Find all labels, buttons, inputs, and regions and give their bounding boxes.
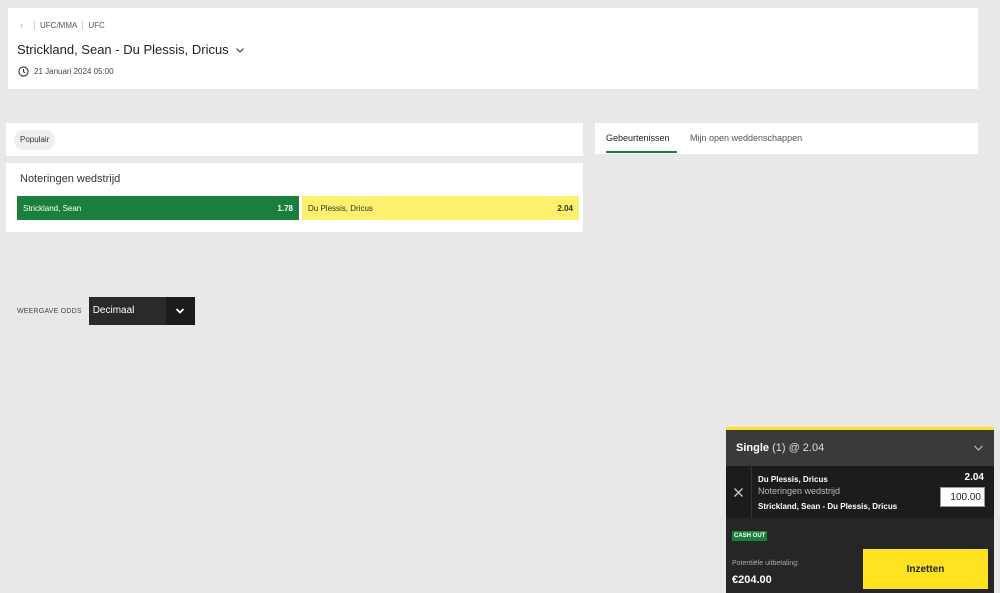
breadcrumb: ‹ UFC/MMA UFC [20,20,105,30]
market-filter-bar: Populair [6,123,583,156]
event-title-text: Strickland, Sean - Du Plessis, Dricus [17,42,229,57]
selection-name: Du Plessis, Dricus [758,475,828,484]
market-card: Noteringen wedstrijd Strickland, Sean 1.… [6,163,583,232]
filter-chip-popular[interactable]: Populair [14,130,56,150]
clock-icon [18,66,29,77]
breadcrumb-divider [82,20,84,30]
chevron-down-icon [235,47,244,53]
tab-open-bets[interactable]: Mijn open weddenschappen [690,123,802,154]
chevron-down-icon[interactable] [973,444,984,452]
payout-value: €204.00 [732,574,772,586]
event-datetime: 21 Januari 2024 05:00 [34,67,114,76]
odds-format-value: Decimaal [88,297,166,325]
betslip-selection: Du Plessis, Dricus Noteringen wedstrijd … [726,466,994,518]
breadcrumb-divider [34,20,35,30]
close-icon[interactable] [726,466,752,518]
market-title: Noteringen wedstrijd [20,173,121,185]
chevron-left-icon[interactable]: ‹ [20,20,23,30]
home-price: 1.78 [277,203,293,213]
selection-market: Noteringen wedstrijd [758,486,841,496]
cashout-badge: CASH OUT [732,531,768,541]
away-price: 2.04 [557,203,573,213]
breadcrumb-sport[interactable]: UFC/MMA [40,21,77,30]
tab-active-indicator [606,151,677,153]
betslip-header[interactable]: Single (1) @ 2.04 [726,430,994,466]
tabs-bar: Gebeurtenissen Mijn open weddenschappen [595,123,978,154]
selection-price: 2.04 [964,472,984,483]
tab-events[interactable]: Gebeurtenissen [606,123,677,154]
payout-label: Potentiële uitbetaling: [732,560,799,567]
odd-button-home[interactable]: Strickland, Sean 1.78 [17,196,299,220]
tab-open-bets-label: Mijn open weddenschappen [690,133,803,143]
betslip-title: Single (1) @ 2.04 [736,442,824,454]
tab-events-label: Gebeurtenissen [606,133,670,143]
away-name: Du Plessis, Dricus [308,203,373,213]
odds-format-label: WEERGAVE ODDS [17,307,82,315]
place-bet-button[interactable]: Inzetten [863,549,988,589]
odds-format-select[interactable]: Decimaal [88,297,195,325]
chevron-down-icon [165,297,195,325]
stake-input[interactable] [940,487,985,507]
home-name: Strickland, Sean [23,203,82,213]
bet-type: Single [736,442,770,454]
event-date: 21 Januari 2024 05:00 [18,66,114,77]
breadcrumb-league[interactable]: UFC [88,21,104,30]
event-title[interactable]: Strickland, Sean - Du Plessis, Dricus [17,42,245,57]
betslip: Single (1) @ 2.04 Du Plessis, Dricus Not… [726,427,994,593]
odd-button-away[interactable]: Du Plessis, Dricus 2.04 [302,196,579,220]
bet-type-detail: (1) @ 2.04 [772,442,825,454]
selection-event: Strickland, Sean - Du Plessis, Dricus [758,502,898,511]
event-header: ‹ UFC/MMA UFC Strickland, Sean - Du Ples… [8,8,978,89]
odds-format: WEERGAVE ODDS Decimaal [17,297,195,325]
